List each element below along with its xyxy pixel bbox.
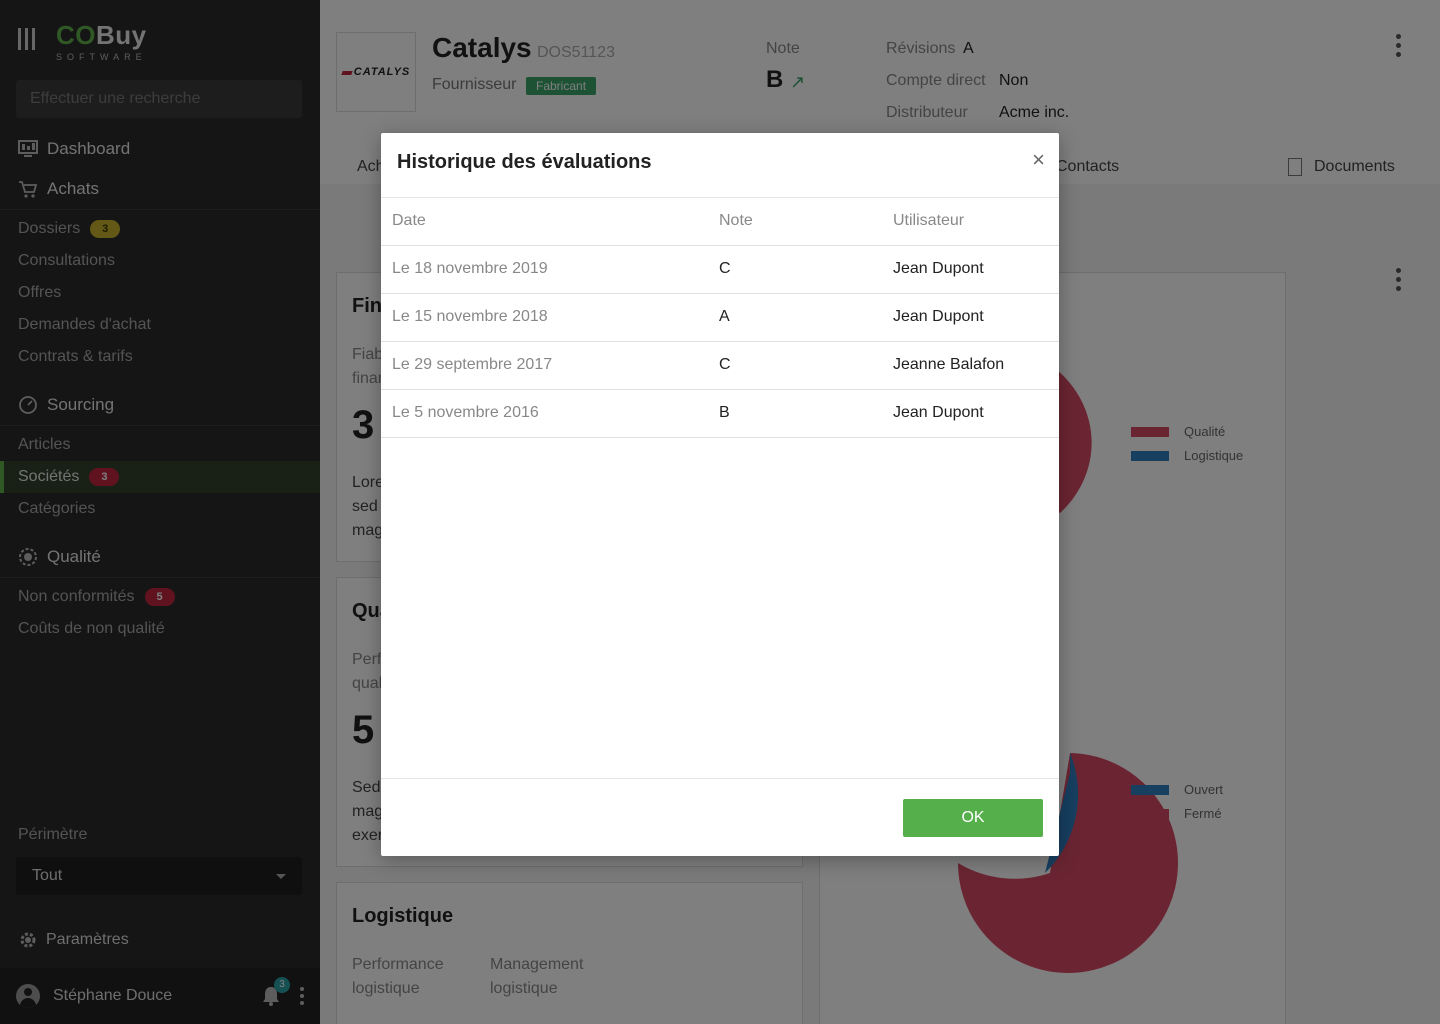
history-table: Date Note Utilisateur Le 18 novembre 201…: [381, 198, 1059, 438]
table-row: Le 18 novembre 2019 C Jean Dupont: [381, 245, 1059, 294]
column-header-date: Date: [381, 198, 719, 246]
close-icon[interactable]: ×: [1032, 147, 1045, 173]
cell-date: Le 18 novembre 2019: [381, 245, 719, 294]
cell-user: Jeanne Balafon: [893, 341, 1059, 390]
table-row: Le 29 septembre 2017 C Jeanne Balafon: [381, 341, 1059, 390]
column-header-note: Note: [719, 198, 893, 246]
modal-title: Historique des évaluations: [397, 151, 652, 173]
cell-note: B: [719, 389, 893, 438]
table-row: Le 15 novembre 2018 A Jean Dupont: [381, 293, 1059, 342]
cell-note: A: [719, 293, 893, 342]
cell-user: Jean Dupont: [893, 293, 1059, 342]
divider: [381, 778, 1059, 779]
table-header-row: Date Note Utilisateur: [381, 198, 1059, 246]
ok-button[interactable]: OK: [903, 799, 1043, 837]
cell-note: C: [719, 341, 893, 390]
history-modal: Historique des évaluations × Date Note U…: [381, 133, 1059, 856]
table-row: Le 5 novembre 2016 B Jean Dupont: [381, 389, 1059, 438]
column-header-utilisateur: Utilisateur: [893, 198, 1059, 246]
cell-date: Le 29 septembre 2017: [381, 341, 719, 390]
cell-date: Le 15 novembre 2018: [381, 293, 719, 342]
cell-note: C: [719, 245, 893, 294]
cell-user: Jean Dupont: [893, 389, 1059, 438]
cell-user: Jean Dupont: [893, 245, 1059, 294]
cell-date: Le 5 novembre 2016: [381, 389, 719, 438]
